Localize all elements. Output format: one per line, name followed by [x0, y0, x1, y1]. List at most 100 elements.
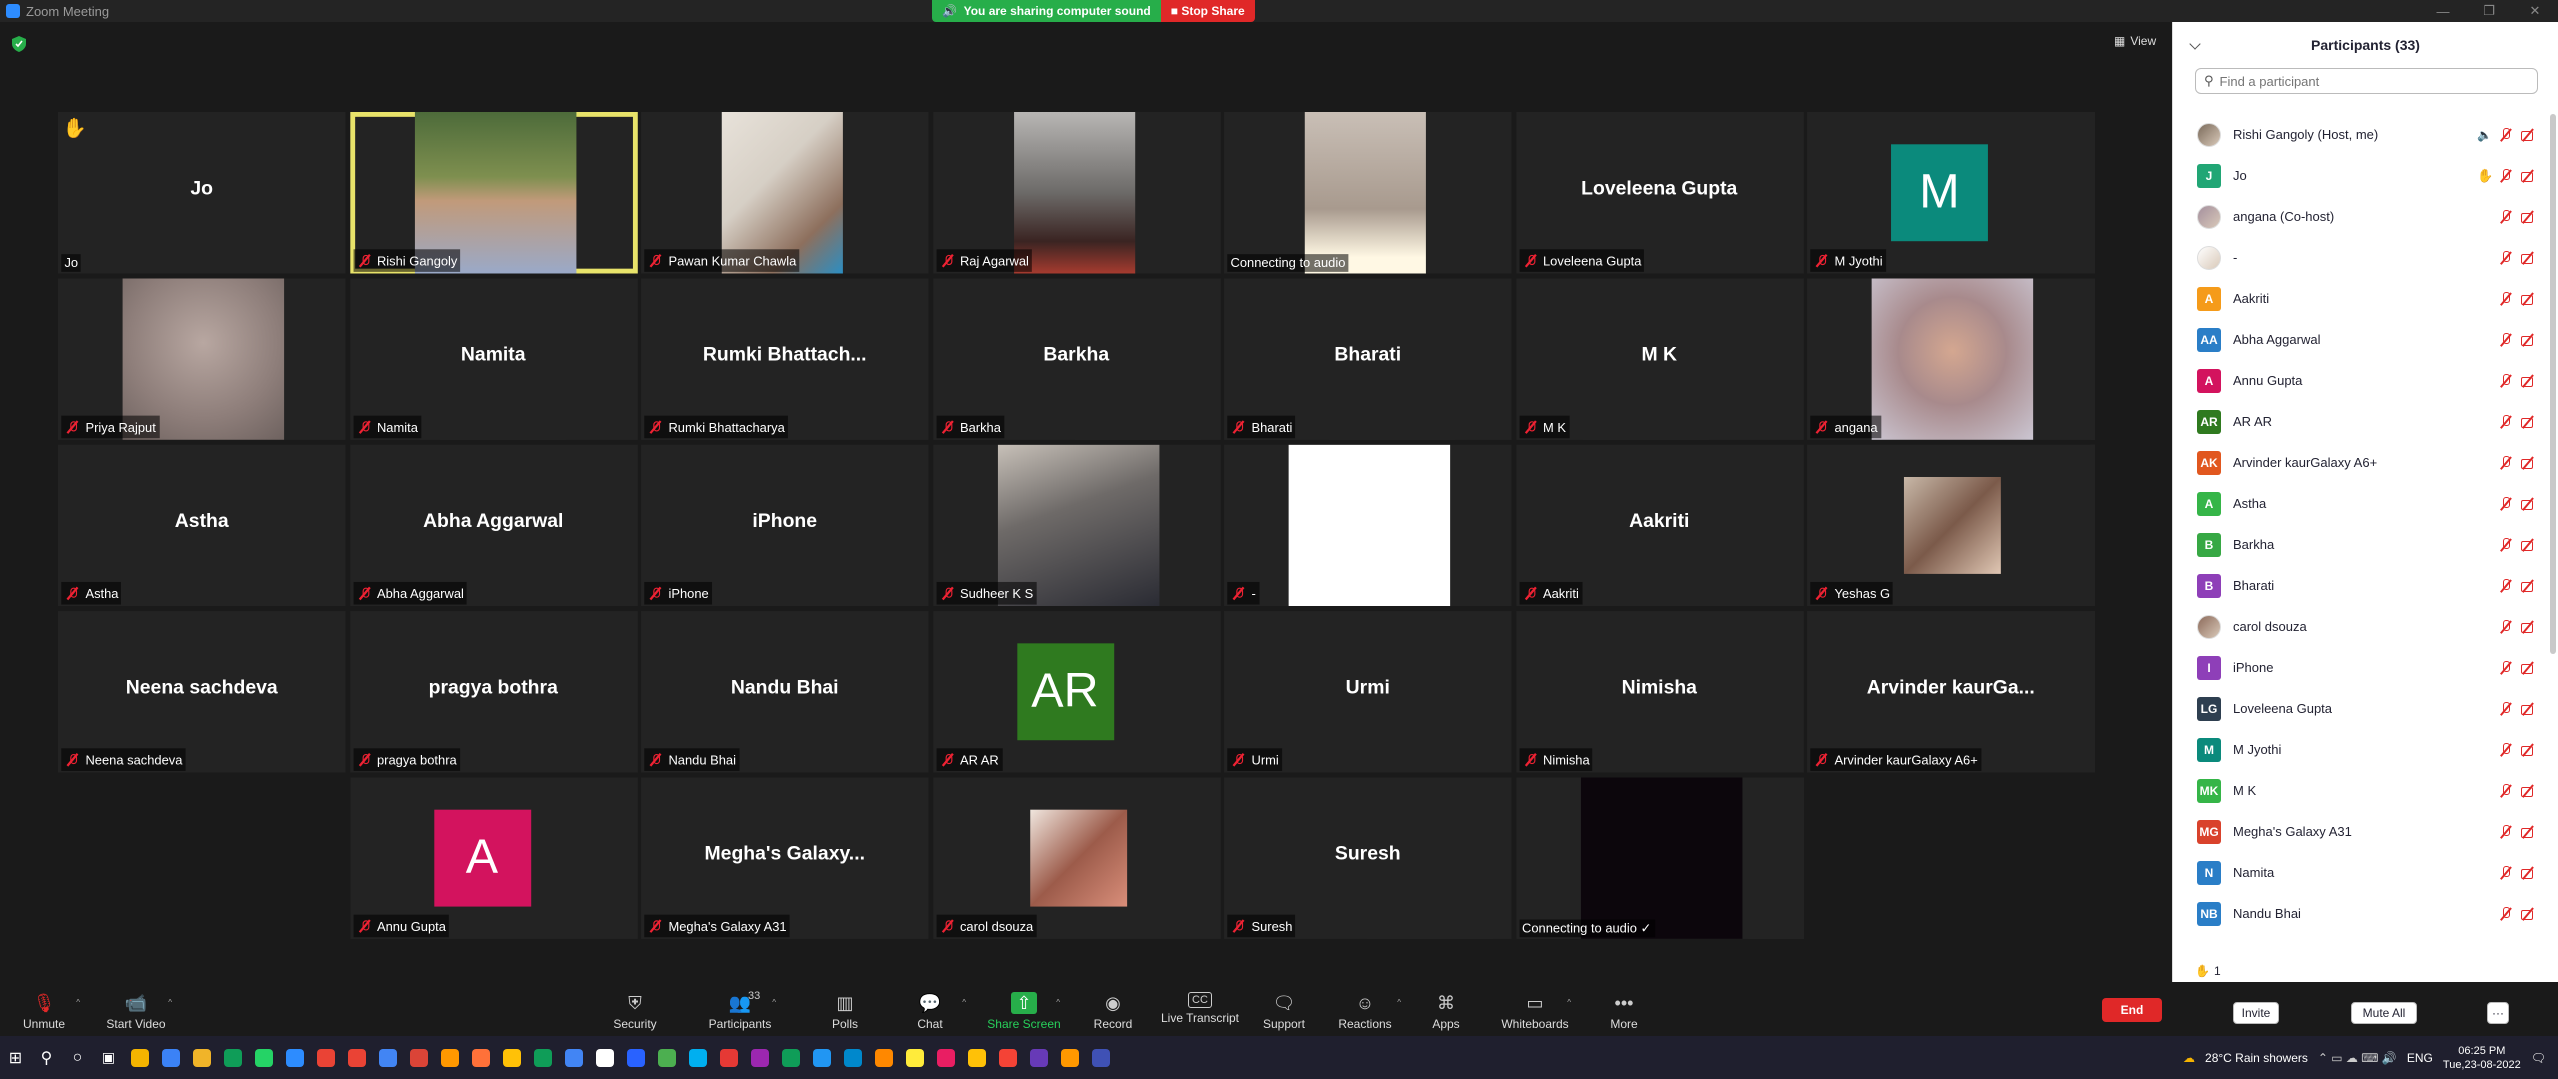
more-options-button[interactable]: ···: [2487, 1002, 2509, 1024]
video-tile-connecting-to-audio[interactable]: Connecting to audio: [1224, 112, 1512, 274]
close-icon[interactable]: ✕: [2512, 0, 2558, 22]
taskbar-app-icon[interactable]: [496, 1043, 527, 1073]
chat-options-caret[interactable]: ^: [962, 998, 966, 1007]
video-tile-pragya-bothra[interactable]: pragya bothra pragya bothra: [349, 611, 637, 773]
taskbar-app-icon[interactable]: [806, 1043, 837, 1073]
video-off-icon[interactable]: [2521, 251, 2535, 265]
unmute-button[interactable]: 🎙 Unmute ^: [4, 992, 84, 1032]
mic-muted-icon[interactable]: [2499, 373, 2513, 388]
participant-row-ar-ar[interactable]: AR AR AR: [2173, 401, 2545, 442]
video-off-icon[interactable]: [2521, 456, 2535, 470]
maximize-icon[interactable]: ❐: [2466, 0, 2512, 22]
video-tile-rishi-gangoly[interactable]: Rishi Gangoly: [349, 112, 637, 274]
video-off-icon[interactable]: [2521, 579, 2535, 593]
notifications-icon[interactable]: 🗨: [2531, 1051, 2546, 1065]
video-tile-iphone[interactable]: iPhone iPhone: [641, 444, 929, 607]
mic-muted-icon[interactable]: [2499, 168, 2513, 183]
participant-row-abha-aggarwal[interactable]: AA Abha Aggarwal: [2173, 319, 2545, 360]
video-off-icon[interactable]: [2521, 866, 2535, 880]
video-off-icon[interactable]: [2521, 415, 2535, 429]
participant-row-angana-co-host[interactable]: angana (Co-host): [2173, 196, 2545, 237]
participant-row-aakriti[interactable]: A Aakriti: [2173, 278, 2545, 319]
taskbar-app-icon[interactable]: [682, 1043, 713, 1073]
share-options-caret[interactable]: ^: [1056, 998, 1060, 1007]
participant-row-megha-s-galaxy-a31[interactable]: MG Megha's Galaxy A31: [2173, 811, 2545, 852]
taskbar-app-icon[interactable]: [403, 1043, 434, 1073]
participant-search[interactable]: ⚲: [2195, 68, 2538, 94]
video-off-icon[interactable]: [2521, 210, 2535, 224]
video-tile-namita[interactable]: Namita Namita: [349, 278, 637, 440]
participant-row-arvinder-kaurgalaxy-a6[interactable]: AK Arvinder kaurGalaxy A6+: [2173, 442, 2545, 483]
participant-row-unnamed[interactable]: -: [2173, 237, 2545, 278]
video-tile-nandu-bhai[interactable]: Nandu Bhai Nandu Bhai: [641, 611, 929, 773]
taskbar-app-icon[interactable]: [620, 1043, 651, 1073]
record-button[interactable]: ◉ Record: [1073, 992, 1153, 1032]
mic-muted-icon[interactable]: [2499, 127, 2513, 142]
participant-row-nandu-bhai[interactable]: NB Nandu Bhai: [2173, 893, 2545, 934]
reactions-button[interactable]: ☺ Reactions ^: [1325, 992, 1405, 1032]
mic-muted-icon[interactable]: [2499, 783, 2513, 798]
participant-row-namita[interactable]: N Namita: [2173, 852, 2545, 893]
video-off-icon[interactable]: [2521, 784, 2535, 798]
end-meeting-button[interactable]: End: [2102, 998, 2162, 1022]
mic-muted-icon[interactable]: [2499, 455, 2513, 470]
video-options-caret[interactable]: ^: [168, 998, 172, 1007]
weather-text[interactable]: 28°C Rain showers: [2205, 1051, 2308, 1065]
video-tile-carol-dsouza[interactable]: carol dsouza: [932, 777, 1220, 939]
taskbar-app-icon[interactable]: [558, 1043, 589, 1073]
video-off-icon[interactable]: [2521, 292, 2535, 306]
mic-muted-icon[interactable]: [2499, 250, 2513, 265]
taskbar-app-icon[interactable]: [434, 1043, 465, 1073]
video-off-icon[interactable]: [2521, 907, 2535, 921]
stop-share-button[interactable]: ■ Stop Share: [1160, 0, 1255, 22]
video-off-icon[interactable]: [2521, 620, 2535, 634]
video-off-icon[interactable]: [2521, 702, 2535, 716]
taskbar-app-icon[interactable]: [589, 1043, 620, 1073]
taskbar-app-icon[interactable]: [744, 1043, 775, 1073]
taskbar-app-icon[interactable]: [1023, 1043, 1054, 1073]
tray-icons[interactable]: ⌃ ▭ ☁ ⌨ 🔊: [2318, 1051, 2397, 1065]
live-transcript-button[interactable]: CC Live Transcript: [1160, 992, 1240, 1025]
windows-start-icon[interactable]: ⊞: [0, 1043, 31, 1073]
start-video-button[interactable]: 📹 Start Video ^: [96, 992, 176, 1032]
taskbar-app-icon[interactable]: [899, 1043, 930, 1073]
taskbar-app-icon[interactable]: [341, 1043, 372, 1073]
participant-row-rishi-gangoly-host-me[interactable]: Rishi Gangoly (Host, me) 🔈: [2173, 114, 2545, 155]
apps-button[interactable]: ⌘ Apps: [1406, 992, 1486, 1032]
participant-row-annu-gupta[interactable]: A Annu Gupta: [2173, 360, 2545, 401]
video-tile-neena-sachdeva[interactable]: Neena sachdeva Neena sachdeva: [58, 611, 346, 773]
video-tile-astha[interactable]: Astha Astha: [58, 444, 346, 607]
participant-row-m-k[interactable]: MK M K: [2173, 770, 2545, 811]
taskbar-clock[interactable]: 06:25 PM Tue,23-08-2022: [2443, 1044, 2521, 1072]
video-off-icon[interactable]: [2521, 333, 2535, 347]
video-tile-suresh[interactable]: Suresh Suresh: [1224, 777, 1512, 939]
video-tile-arvinder-kaurgalaxy-a6[interactable]: Arvinder kaurGa... Arvinder kaurGalaxy A6…: [1807, 611, 2095, 773]
mic-muted-icon[interactable]: [2499, 660, 2513, 675]
video-tile-angana[interactable]: angana: [1807, 278, 2095, 440]
video-off-icon[interactable]: [2521, 661, 2535, 675]
language-indicator[interactable]: ENG: [2407, 1051, 2433, 1065]
cortana-icon[interactable]: ○: [62, 1043, 93, 1073]
video-tile-annu-gupta[interactable]: A Annu Gupta: [349, 777, 637, 939]
video-tile-raj-agarwal[interactable]: Raj Agarwal: [932, 112, 1220, 274]
video-off-icon[interactable]: [2521, 497, 2535, 511]
video-tile-megha-s-galaxy-a31[interactable]: Megha's Galaxy... Megha's Galaxy A31: [641, 777, 929, 939]
participant-row-barkha[interactable]: B Barkha: [2173, 524, 2545, 565]
video-tile-jo[interactable]: Jo ✋ Jo: [58, 112, 346, 274]
video-tile-rumki-bhattacharya[interactable]: Rumki Bhattach... Rumki Bhattacharya: [641, 278, 929, 440]
mic-muted-icon[interactable]: [2499, 578, 2513, 593]
taskbar-app-icon[interactable]: [186, 1043, 217, 1073]
video-tile-bharati[interactable]: Bharati Bharati: [1224, 278, 1512, 440]
participant-row-carol-dsouza[interactable]: carol dsouza: [2173, 606, 2545, 647]
video-tile-aakriti[interactable]: Aakriti Aakriti: [1515, 444, 1804, 607]
mic-muted-icon[interactable]: [2499, 906, 2513, 921]
video-off-icon[interactable]: [2521, 169, 2535, 183]
security-button[interactable]: ⛨ Security: [595, 992, 675, 1032]
video-tile-abha-aggarwal[interactable]: Abha Aggarwal Abha Aggarwal: [349, 444, 637, 607]
video-tile-barkha[interactable]: Barkha Barkha: [932, 278, 1220, 440]
video-tile-urmi[interactable]: Urmi Urmi: [1224, 611, 1512, 773]
whiteboards-button[interactable]: ▭ Whiteboards ^: [1495, 992, 1575, 1032]
view-button[interactable]: ▦ View: [2114, 34, 2156, 48]
participant-row-jo[interactable]: J Jo ✋: [2173, 155, 2545, 196]
taskbar-app-icon[interactable]: [837, 1043, 868, 1073]
